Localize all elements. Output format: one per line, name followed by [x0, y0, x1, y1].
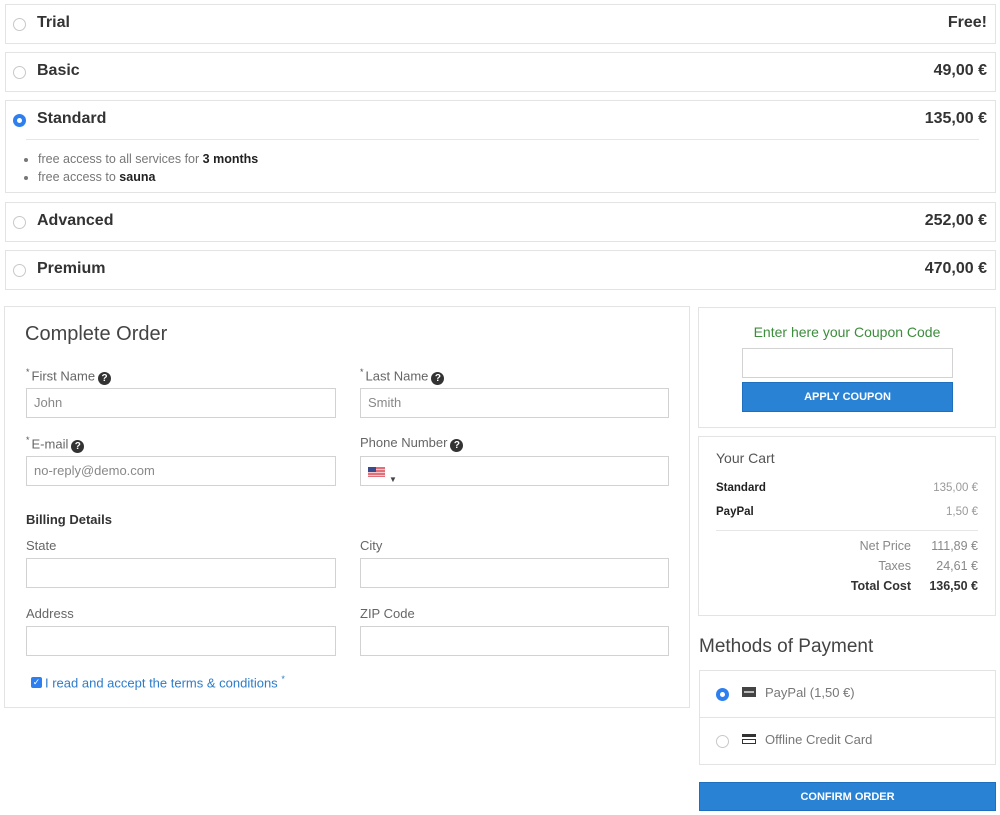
- plan-premium[interactable]: Premium 470,00 €: [5, 250, 996, 290]
- cart-title: Your Cart: [716, 450, 775, 466]
- plan-name: Standard: [37, 110, 107, 127]
- paypal-icon: [742, 687, 756, 697]
- plan-basic-radio[interactable]: [13, 66, 26, 79]
- first-name-label: * First Name?: [26, 367, 112, 386]
- address-input[interactable]: [26, 626, 336, 656]
- total-cost-label: Total Cost: [850, 579, 911, 593]
- plan-price: 49,00 €: [933, 62, 987, 79]
- taxes-value: 24,61 €: [936, 559, 978, 573]
- net-price-value: 111,89 €: [931, 539, 978, 553]
- apply-coupon-button[interactable]: APPLY COUPON: [742, 382, 953, 412]
- help-icon[interactable]: ?: [71, 440, 85, 454]
- coupon-panel: Enter here your Coupon Code APPLY COUPON: [698, 307, 996, 428]
- plan-name: Premium: [37, 260, 106, 277]
- plan-price: Free!: [947, 14, 987, 31]
- plan-advanced[interactable]: Advanced 252,00 €: [5, 202, 996, 242]
- payment-option-credit-card[interactable]: Offline Credit Card: [699, 717, 996, 765]
- coupon-input[interactable]: [742, 348, 953, 378]
- complete-order-panel: Complete Order * First Name? John * Last N…: [4, 306, 690, 708]
- plan-feature: free access to all services for 3 months: [38, 150, 995, 168]
- plan-feature: free access to sauna: [38, 168, 995, 186]
- coupon-title: Enter here your Coupon Code: [753, 324, 941, 340]
- us-flag-icon[interactable]: [368, 467, 385, 477]
- order-title: Complete Order: [25, 323, 168, 345]
- payment-option-label: Offline Credit Card: [765, 732, 873, 747]
- credit-card-radio[interactable]: [716, 735, 729, 748]
- payment-option-label: PayPal (1,50 €): [765, 685, 855, 700]
- plan-price: 470,00 €: [924, 260, 987, 277]
- city-input[interactable]: [360, 558, 669, 588]
- plan-divider: [26, 139, 979, 140]
- email-input[interactable]: no-reply@demo.com: [26, 456, 336, 486]
- city-label: City: [360, 538, 383, 553]
- phone-label: Phone Number?: [360, 435, 464, 452]
- net-price-label: Net Price: [859, 539, 911, 553]
- caret-down-icon[interactable]: ▼: [389, 466, 397, 494]
- confirm-order-button[interactable]: CONFIRM ORDER: [699, 782, 996, 811]
- terms-checkbox[interactable]: ✓: [31, 677, 42, 688]
- plan-features: free access to all services for 3 months…: [6, 150, 995, 186]
- cart-item-price: 1,50 €: [946, 506, 978, 518]
- credit-card-icon: [742, 734, 756, 744]
- payment-methods-title: Methods of Payment: [699, 636, 874, 657]
- first-name-input[interactable]: John: [26, 388, 336, 418]
- help-icon[interactable]: ?: [450, 439, 464, 452]
- phone-input[interactable]: ▼: [360, 456, 669, 486]
- last-name-input[interactable]: Smith: [360, 388, 669, 418]
- help-icon[interactable]: ?: [431, 372, 445, 386]
- zip-input[interactable]: [360, 626, 669, 656]
- plan-basic[interactable]: Basic 49,00 €: [5, 52, 996, 92]
- plan-name: Basic: [37, 62, 80, 79]
- total-cost-value: 136,50 €: [929, 579, 978, 593]
- plan-standard-radio[interactable]: [13, 114, 26, 127]
- state-input[interactable]: [26, 558, 336, 588]
- plan-trial-radio[interactable]: [13, 18, 26, 31]
- plan-name: Trial: [37, 14, 70, 31]
- plan-name: Advanced: [37, 212, 114, 229]
- payment-option-paypal[interactable]: PayPal (1,50 €): [699, 670, 996, 718]
- billing-details-title: Billing Details: [26, 512, 112, 527]
- plan-price: 252,00 €: [924, 212, 987, 229]
- cart-panel: Your Cart Standard 135,00 € PayPal 1,50 …: [698, 436, 996, 616]
- plan-standard[interactable]: Standard 135,00 € free access to all ser…: [5, 100, 996, 193]
- paypal-radio[interactable]: [716, 688, 729, 701]
- state-label: State: [26, 538, 57, 553]
- cart-item-name: Standard: [716, 482, 766, 494]
- help-icon[interactable]: ?: [98, 372, 112, 386]
- zip-label: ZIP Code: [360, 606, 415, 621]
- terms-link[interactable]: I read and accept the terms & conditions…: [45, 674, 285, 690]
- address-label: Address: [26, 606, 74, 621]
- cart-item-price: 135,00 €: [933, 482, 978, 494]
- taxes-label: Taxes: [878, 559, 911, 573]
- plan-price: 135,00 €: [924, 110, 987, 127]
- cart-divider: [716, 530, 978, 531]
- plan-premium-radio[interactable]: [13, 264, 26, 277]
- cart-item-name: PayPal: [716, 506, 754, 518]
- plan-trial[interactable]: Trial Free!: [5, 4, 996, 44]
- last-name-label: * Last Name?: [360, 367, 445, 386]
- email-label: * E-mail?: [26, 435, 85, 454]
- plan-advanced-radio[interactable]: [13, 216, 26, 229]
